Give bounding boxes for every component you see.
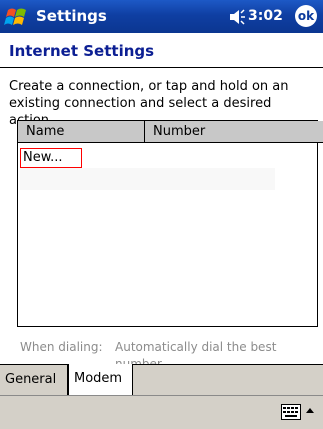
- dialing-label: When dialing:: [20, 340, 103, 354]
- clock[interactable]: 3:02: [248, 8, 283, 24]
- header-divider: [0, 67, 323, 68]
- keyboard-icon[interactable]: [281, 404, 301, 420]
- page-title: Internet Settings: [9, 42, 155, 60]
- ok-button[interactable]: ok: [295, 5, 317, 27]
- app-title: Settings: [36, 7, 107, 25]
- input-panel-arrow-icon[interactable]: [305, 405, 315, 419]
- list-empty-row: [20, 168, 275, 190]
- list-item-new[interactable]: New...: [20, 148, 82, 168]
- tab-modem[interactable]: Modem: [68, 364, 133, 397]
- column-header-name[interactable]: Name: [18, 121, 145, 143]
- connection-list[interactable]: Name Number New...: [17, 120, 323, 327]
- menu-bar: [0, 395, 323, 429]
- title-bar: Settings 3:02 ok: [0, 0, 323, 33]
- column-header-number[interactable]: Number: [145, 121, 323, 143]
- tab-strip: General Modem: [0, 364, 323, 397]
- tab-general[interactable]: General: [0, 365, 68, 395]
- windows-start-icon[interactable]: [4, 4, 30, 30]
- speaker-icon[interactable]: [228, 9, 248, 25]
- page-header: Internet Settings: [0, 33, 323, 67]
